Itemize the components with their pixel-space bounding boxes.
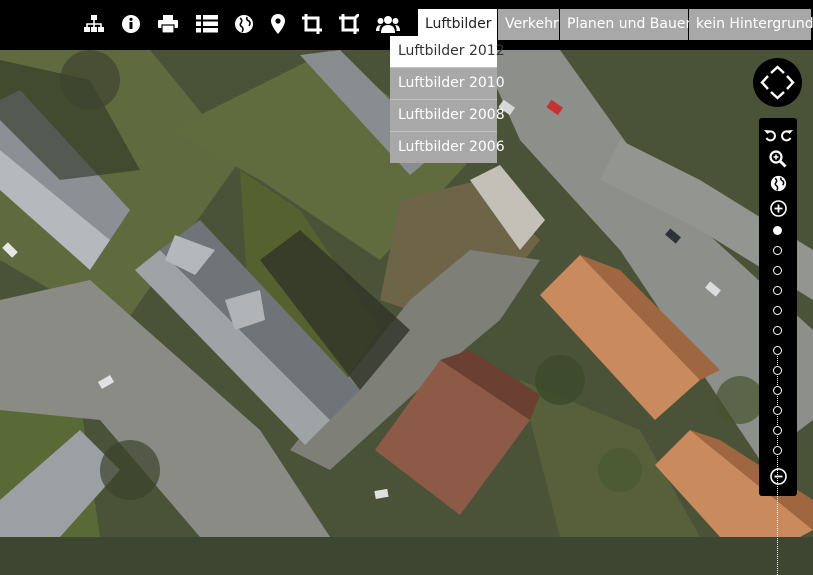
sitemap-icon[interactable] [82,12,106,36]
zoom-in-icon[interactable] [759,198,797,218]
dropdown-item-luftbilder-2008[interactable]: Luftbilder 2008 [390,99,505,131]
zoom-level[interactable] [773,346,782,355]
globe-icon[interactable] [759,173,797,193]
map-marker-icon[interactable] [266,12,290,36]
redo-icon[interactable] [779,125,793,145]
print-icon[interactable] [156,12,180,36]
zoom-level[interactable] [773,406,782,415]
zoom-level[interactable] [773,386,782,395]
zoom-out-icon[interactable] [759,466,797,486]
zoom-level[interactable] [773,366,782,375]
dropdown-item-luftbilder-2012[interactable]: Luftbilder 2012 [390,36,505,67]
zoom-search-icon[interactable] [759,149,797,169]
zoom-bar [759,118,797,575]
dropdown-item-luftbilder-2010[interactable]: Luftbilder 2010 [390,67,505,99]
zoom-track [777,350,779,575]
info-icon[interactable] [119,12,143,36]
dropdown-item-luftbilder-2006[interactable]: Luftbilder 2006 [390,131,505,163]
pan-control[interactable] [753,58,802,107]
zoom-level[interactable] [773,246,782,255]
zoom-level[interactable] [773,326,782,335]
users-icon[interactable] [376,12,400,36]
crop-icon[interactable] [300,12,324,36]
luftbilder-year-dropdown: Luftbilder 2012 Luftbilder 2010 Luftbild… [390,36,505,163]
globe-icon[interactable] [232,12,256,36]
layer-button-verkehr[interactable]: Verkehr [498,9,559,40]
layer-button-planen-und-bauen[interactable]: Planen und Bauen [560,9,694,40]
zoom-level[interactable] [773,226,782,235]
zoom-level[interactable] [773,426,782,435]
list-icon[interactable] [195,12,219,36]
zoom-level[interactable] [773,446,782,455]
zoom-level[interactable] [773,306,782,315]
crop-alt-icon[interactable] [337,12,361,36]
undo-icon[interactable] [759,125,778,145]
pan-arrows-icon [760,65,795,100]
zoom-level[interactable] [773,286,782,295]
layer-button-kein-hintergrund[interactable]: kein Hintergrund [689,9,813,40]
zoom-level[interactable] [773,266,782,275]
